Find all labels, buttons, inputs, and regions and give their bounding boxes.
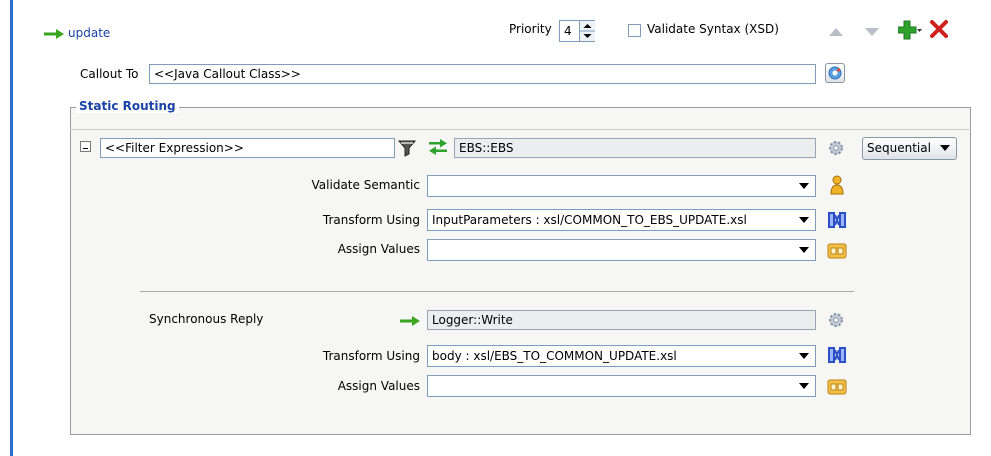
- assign-icon[interactable]: [827, 379, 847, 395]
- person-icon[interactable]: [829, 175, 845, 195]
- validate-syntax-checkbox[interactable]: [628, 24, 641, 37]
- transform-icon[interactable]: [827, 346, 847, 364]
- arrow-right-icon: [44, 28, 64, 39]
- delete-icon[interactable]: [930, 20, 948, 38]
- assign-values-select[interactable]: [427, 239, 816, 261]
- filter-icon[interactable]: [397, 139, 417, 157]
- reply-transform-using-select[interactable]: body : xsl/EBS_TO_COMMON_UPDATE.xsl: [427, 345, 816, 367]
- gear-icon[interactable]: [827, 139, 845, 157]
- route-target-value: EBS::EBS: [459, 141, 514, 155]
- chevron-down-icon: [799, 353, 809, 359]
- assign-icon[interactable]: [827, 243, 847, 259]
- transform-icon[interactable]: [827, 211, 847, 229]
- filter-expression-value: <<Filter Expression>>: [105, 141, 244, 155]
- group-divider: [70, 129, 969, 130]
- execution-mode-value: Sequential: [867, 141, 931, 155]
- reply-transform-using-label: Transform Using: [322, 349, 420, 363]
- reply-target-field: Logger::Write: [427, 310, 816, 330]
- execution-mode-select[interactable]: Sequential: [862, 137, 957, 160]
- move-up-icon[interactable]: [829, 26, 843, 36]
- static-routing-title: Static Routing: [76, 99, 179, 113]
- priority-value: 4: [564, 24, 572, 38]
- filter-expression-field[interactable]: <<Filter Expression>>: [100, 138, 395, 158]
- reply-assign-values-label: Assign Values: [337, 379, 420, 393]
- gear-icon[interactable]: [827, 311, 845, 329]
- section-separator: [140, 291, 854, 292]
- browse-icon[interactable]: [825, 63, 845, 83]
- transform-using-label: Transform Using: [322, 213, 420, 227]
- spinner-icon[interactable]: [579, 21, 595, 41]
- reply-transform-using-value: body : xsl/EBS_TO_COMMON_UPDATE.xsl: [432, 349, 677, 363]
- chevron-down-icon: [799, 247, 809, 253]
- move-down-icon[interactable]: [865, 26, 879, 36]
- synchronous-reply-label: Synchronous Reply: [149, 312, 264, 326]
- arrow-right-icon: [400, 315, 420, 326]
- bidirectional-arrow-icon[interactable]: [428, 139, 448, 155]
- transform-using-select[interactable]: InputParameters : xsl/COMMON_TO_EBS_UPDA…: [427, 209, 816, 231]
- route-target-field: EBS::EBS: [454, 138, 816, 158]
- transform-using-value: InputParameters : xsl/COMMON_TO_EBS_UPDA…: [432, 213, 747, 227]
- callout-label: Callout To: [80, 67, 139, 81]
- priority-label: Priority: [509, 22, 552, 36]
- chevron-down-icon: [799, 383, 809, 389]
- assign-values-label: Assign Values: [337, 242, 420, 256]
- collapse-icon[interactable]: [80, 141, 91, 152]
- chevron-down-icon: [799, 183, 809, 189]
- validate-semantic-label: Validate Semantic: [311, 178, 420, 192]
- callout-value: <<Java Callout Class>>: [154, 67, 301, 81]
- reply-assign-values-select[interactable]: [427, 375, 816, 397]
- chevron-down-icon: [940, 145, 950, 151]
- left-accent-bar: [10, 0, 13, 456]
- validate-semantic-select[interactable]: [427, 175, 816, 197]
- callout-field[interactable]: <<Java Callout Class>>: [149, 64, 816, 84]
- chevron-down-icon: [799, 217, 809, 223]
- add-icon[interactable]: [897, 20, 922, 40]
- reply-target-value: Logger::Write: [432, 313, 513, 327]
- route-name-link[interactable]: update: [68, 26, 110, 40]
- validate-syntax-label: Validate Syntax (XSD): [647, 22, 779, 36]
